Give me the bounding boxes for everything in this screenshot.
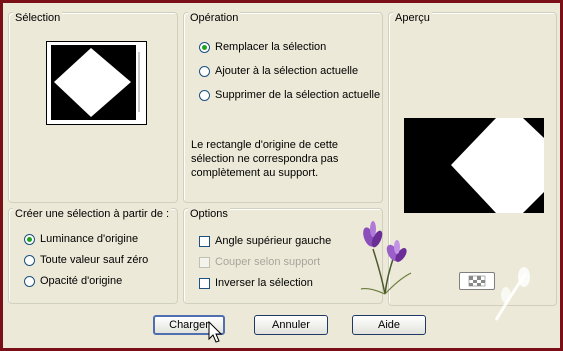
operation-group-title: Opération xyxy=(188,12,241,24)
selection-thumbnail xyxy=(46,41,147,125)
operation-note: Le rectangle d'origine de cette sélectio… xyxy=(191,138,338,180)
note-line: Le rectangle d'origine de cette xyxy=(191,139,339,151)
source-group: Créer une sélection à partir de : Lumina… xyxy=(8,208,178,304)
radio-label: Luminance d'origine xyxy=(40,233,139,245)
radio-label: Toute valeur sauf zéro xyxy=(40,254,149,266)
radio-button[interactable] xyxy=(24,275,35,287)
radio-label: Opacité d'origine xyxy=(40,275,123,287)
checkbox-label: Inverser la sélection xyxy=(215,277,313,289)
radio-non-zero[interactable]: Toute valeur sauf zéro xyxy=(24,252,148,268)
operation-group: Opération Remplacer la sélection Ajouter… xyxy=(183,12,383,203)
checkbox[interactable] xyxy=(199,235,210,247)
check-invert-selection[interactable]: Inverser la sélection xyxy=(199,275,313,291)
source-group-title: Créer une sélection à partir de : xyxy=(13,208,172,220)
radio-luminance[interactable]: Luminance d'origine xyxy=(24,231,138,247)
preview-image xyxy=(404,118,544,213)
radio-button[interactable] xyxy=(24,254,35,266)
checkbox-label: Couper selon support xyxy=(215,256,321,268)
flower-decoration-icon xyxy=(360,221,412,295)
options-group: Options Angle supérieur gauche Couper se… xyxy=(183,208,383,304)
radio-button[interactable] xyxy=(199,41,210,53)
mouse-cursor-icon xyxy=(208,321,223,343)
help-button[interactable]: Aide xyxy=(352,315,426,335)
note-line: sélection ne correspondra pas xyxy=(191,153,339,165)
checkbox xyxy=(199,256,210,268)
selection-group: Sélection xyxy=(8,12,178,203)
selection-shape-icon xyxy=(51,45,142,120)
checkbox[interactable] xyxy=(199,277,210,289)
note-line: complètement au support. xyxy=(191,167,319,179)
radio-replace-selection[interactable]: Remplacer la sélection xyxy=(199,39,326,55)
radio-subtract-selection[interactable]: Supprimer de la sélection actuelle xyxy=(199,87,380,103)
radio-button[interactable] xyxy=(199,89,210,101)
options-group-title: Options xyxy=(188,208,230,220)
radio-label: Ajouter à la sélection actuelle xyxy=(215,65,359,77)
checkbox-label: Angle supérieur gauche xyxy=(215,235,332,247)
radio-add-selection[interactable]: Ajouter à la sélection actuelle xyxy=(199,63,358,79)
radio-button[interactable] xyxy=(24,233,35,245)
watermark-decoration-icon xyxy=(494,267,530,321)
check-crop-to-canvas: Couper selon support xyxy=(199,254,320,270)
selection-group-title: Sélection xyxy=(13,12,63,24)
dialog-window: Sélection Opération Remplacer la sélecti… xyxy=(0,0,563,351)
radio-button[interactable] xyxy=(199,65,210,77)
radio-opacity[interactable]: Opacité d'origine xyxy=(24,273,122,289)
preview-group-title: Aperçu xyxy=(393,12,432,24)
radio-label: Remplacer la sélection xyxy=(215,41,327,53)
cancel-button[interactable]: Annuler xyxy=(254,315,328,335)
radio-label: Supprimer de la sélection actuelle xyxy=(215,89,381,101)
check-top-left-corner[interactable]: Angle supérieur gauche xyxy=(199,233,331,249)
